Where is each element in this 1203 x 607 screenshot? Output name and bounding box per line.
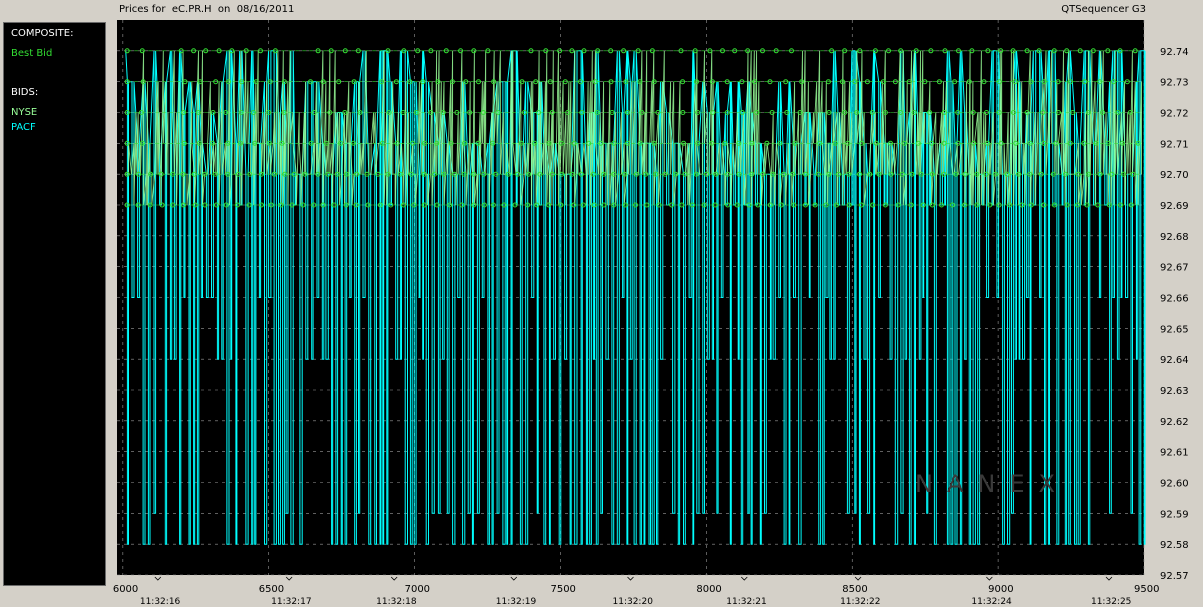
x-tick-label: 7500 — [550, 584, 575, 595]
x-time-label: 11:32:20 — [613, 597, 654, 607]
x-time-label: 11:32:21 — [726, 597, 766, 607]
x-time-tick-mark — [627, 576, 634, 581]
y-tick-label: 92.66 — [1160, 294, 1189, 305]
y-tick-label: 92.65 — [1160, 324, 1189, 335]
x-time-tick-mark — [510, 576, 518, 581]
y-tick-label: 92.73 — [1160, 78, 1189, 89]
watermark-logo: NANEX — [915, 470, 1069, 498]
y-tick-label: 92.64 — [1160, 355, 1189, 366]
y-tick-label: 92.74 — [1160, 47, 1189, 58]
y-tick-label: 92.67 — [1160, 263, 1189, 274]
y-tick-label: 92.61 — [1160, 448, 1189, 459]
x-time-label: 11:32:22 — [840, 597, 880, 607]
x-tick-label: 8500 — [842, 584, 867, 595]
y-tick-label: 92.63 — [1160, 386, 1189, 397]
y-tick-label: 92.59 — [1160, 509, 1189, 520]
x-time-tick-mark — [390, 576, 398, 581]
x-time-tick-mark — [854, 576, 862, 581]
y-tick-label: 92.69 — [1160, 201, 1189, 212]
x-time-label: 11:32:17 — [271, 597, 311, 607]
y-tick-label: 92.71 — [1160, 139, 1189, 150]
x-tick-label: 9000 — [988, 584, 1013, 595]
x-tick-label: 6000 — [113, 584, 138, 595]
x-tick-label: 9500 — [1134, 584, 1159, 595]
y-tick-label: 92.58 — [1160, 540, 1189, 551]
x-time-tick-mark — [285, 576, 293, 581]
y-axis: 92.74 92.73 92.72 92.71 92.70 92.69 92.68 92.67… — [1160, 47, 1189, 582]
x-time-tick-mark — [741, 576, 748, 581]
y-tick-label: 92.57 — [1160, 571, 1189, 582]
price-chart[interactable]: 92.74 92.73 92.72 92.71 92.70 92.69 92.68 92.67… — [0, 0, 1203, 607]
y-tick-label: 92.60 — [1160, 479, 1189, 490]
x-time-label: 11:32:19 — [496, 597, 537, 607]
x-tick-label: 6500 — [259, 584, 284, 595]
x-tick-label: 8000 — [696, 584, 721, 595]
y-tick-label: 92.70 — [1160, 170, 1189, 181]
x-time-tick-mark — [154, 576, 162, 581]
y-tick-label: 92.72 — [1160, 109, 1189, 120]
x-time-label: 11:32:24 — [971, 597, 1012, 607]
x-time-tick-mark — [986, 576, 993, 581]
x-time-label: 11:32:25 — [1091, 597, 1131, 607]
y-tick-label: 92.68 — [1160, 232, 1189, 243]
x-time-tick-mark — [1105, 576, 1113, 581]
x-tick-label: 7000 — [405, 584, 430, 595]
x-time-label: 11:32:16 — [140, 597, 181, 607]
x-time-label: 11:32:18 — [376, 597, 417, 607]
y-tick-label: 92.62 — [1160, 417, 1189, 428]
x-axis: 6000 6500 7000 7500 8000 8500 9000 9500 11:32:16… — [113, 576, 1159, 607]
